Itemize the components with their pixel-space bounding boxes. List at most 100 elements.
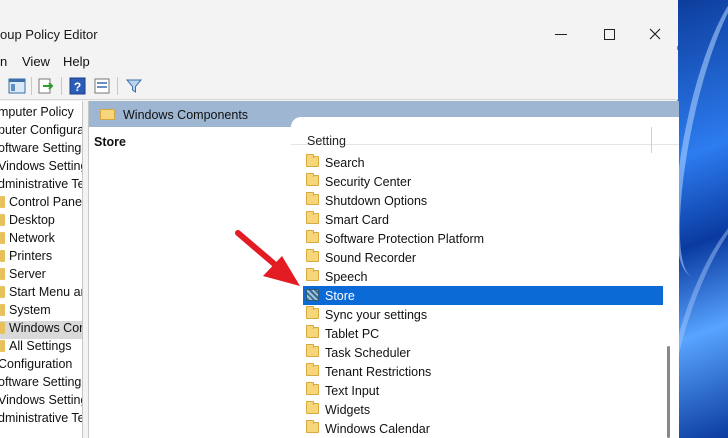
maximize-icon — [603, 28, 615, 40]
list-item-label: Software Protection Platform — [325, 232, 485, 246]
help-icon[interactable]: ? — [69, 77, 87, 95]
toolbar-separator — [31, 77, 32, 95]
tree-item[interactable]: Desktop — [0, 213, 55, 231]
list-item-label: Sound Recorder — [325, 251, 417, 265]
folder-icon — [0, 304, 5, 316]
tree-item[interactable]: Configuration — [0, 357, 72, 375]
tree-item-label: Vindows Setting — [0, 393, 83, 407]
tree-item[interactable]: dministrative Te — [0, 177, 82, 195]
tree-item[interactable]: oftware Settings — [0, 375, 83, 393]
window-title: oup Policy Editor — [0, 27, 98, 42]
folder-icon — [0, 250, 5, 262]
tree-item-label: Vindows Setting — [0, 159, 83, 173]
toolbar-separator — [61, 77, 62, 95]
list-item-label: Search — [325, 156, 365, 170]
column-header-setting[interactable]: Setting — [307, 134, 346, 148]
desktop-wallpaper — [676, 0, 728, 438]
svg-text:?: ? — [74, 80, 81, 94]
menu-bar: n View Help — [0, 50, 678, 72]
tree-item[interactable]: Network — [0, 231, 55, 249]
export-list-icon[interactable] — [37, 77, 55, 95]
list-item[interactable]: Software Protection Platform — [303, 229, 663, 248]
close-icon — [649, 28, 661, 40]
list-item-label: Tablet PC — [325, 327, 380, 341]
folder-icon — [306, 249, 319, 262]
menu-view[interactable]: View — [22, 54, 50, 69]
tree-item-label: dministrative Te — [0, 411, 83, 425]
tree-item[interactable]: System — [0, 303, 51, 321]
tree-item-label: oftware Settings — [0, 375, 83, 389]
tree-item-label: puter Configura — [0, 123, 83, 137]
column-header[interactable]: Setting — [291, 117, 679, 148]
selected-node-title: Store — [94, 135, 126, 149]
tree-item-label: Server — [9, 267, 46, 281]
list-item[interactable]: Speech — [303, 267, 663, 286]
toolbar-separator — [117, 77, 118, 95]
tree-item-label: mputer Policy — [0, 105, 74, 119]
list-item[interactable]: Widgets — [303, 400, 663, 419]
show-hide-tree-icon[interactable] — [8, 77, 26, 95]
list-item-label: Speech — [325, 270, 368, 284]
folder-icon — [0, 286, 5, 298]
list-item[interactable]: Smart Card — [303, 210, 663, 229]
tree-item[interactable]: Start Menu ar — [0, 285, 83, 303]
folder-icon — [0, 214, 5, 226]
list-item-label: Shutdown Options — [325, 194, 428, 208]
console-tree: mputer Policy puter Configura oftware Sett… — [0, 101, 83, 438]
list-item-label: Text Input — [325, 384, 380, 398]
folder-icon — [306, 325, 319, 338]
tree-item[interactable]: oftware Settings — [0, 141, 83, 159]
tree-item-label: Control Panel — [9, 195, 83, 209]
tree-item-label: Printers — [9, 249, 53, 263]
list-item[interactable]: Tenant Restrictions — [303, 362, 663, 381]
tree-item[interactable]: Vindows Setting — [0, 393, 83, 411]
folder-icon — [306, 420, 319, 433]
folder-icon — [0, 322, 5, 334]
tree-item[interactable]: Windows Cor — [0, 321, 82, 339]
folder-icon — [0, 268, 5, 280]
tree-item[interactable]: Printers — [0, 249, 52, 267]
settings-list: Setting Search Security Center Shutdown Op… — [291, 117, 679, 438]
tree-item[interactable]: All Settings — [0, 339, 72, 357]
list-item-label: Task Scheduler — [325, 346, 411, 360]
tree-item-label: Network — [9, 231, 55, 245]
maximize-button[interactable] — [586, 22, 632, 46]
list-item-label: Store — [325, 289, 355, 303]
tree-item[interactable]: Vindows Setting — [0, 159, 83, 177]
tree-item[interactable]: Control Panel — [0, 195, 83, 213]
filter-icon[interactable] — [125, 77, 143, 95]
folder-icon — [306, 230, 319, 243]
tree-item-label: All Settings — [9, 339, 72, 353]
list-item[interactable]: Tablet PC — [303, 324, 663, 343]
tree-item[interactable]: mputer Policy — [0, 105, 74, 123]
list-item[interactable]: Security Center — [303, 172, 663, 191]
tree-item[interactable]: puter Configura — [0, 123, 83, 141]
tree-item-label: Start Menu ar — [9, 285, 83, 299]
list-item[interactable]: Search — [303, 153, 663, 172]
list-item[interactable]: Text Input — [303, 381, 663, 400]
minimize-button[interactable] — [538, 22, 584, 46]
list-item-label: Security Center — [325, 175, 412, 189]
list-item[interactable]: Windows Calendar — [303, 419, 663, 438]
tree-item[interactable]: Server — [0, 267, 46, 285]
title-bar[interactable]: oup Policy Editor — [0, 0, 678, 46]
folder-icon — [306, 211, 319, 224]
column-divider[interactable] — [651, 127, 652, 153]
tree-item-label: Configuration — [0, 357, 73, 371]
list-item-label: Smart Card — [325, 213, 389, 227]
list-item[interactable]: Sync your settings — [303, 305, 663, 324]
tree-item-label: Desktop — [9, 213, 55, 227]
tree-item-label: oftware Settings — [0, 141, 83, 155]
menu-help[interactable]: Help — [63, 54, 90, 69]
tree-item[interactable]: dministrative Te — [0, 411, 83, 429]
list-item[interactable]: Sound Recorder — [303, 248, 663, 267]
vertical-scrollbar[interactable] — [667, 346, 670, 438]
menu-file[interactable]: n — [0, 54, 7, 69]
close-button[interactable] — [632, 22, 678, 46]
folder-icon — [306, 192, 319, 205]
list-item-label: Widgets — [325, 403, 371, 417]
list-item[interactable]: Shutdown Options — [303, 191, 663, 210]
list-item[interactable]: Store — [303, 286, 663, 305]
properties-icon[interactable] — [93, 77, 111, 95]
list-item[interactable]: Task Scheduler — [303, 343, 663, 362]
